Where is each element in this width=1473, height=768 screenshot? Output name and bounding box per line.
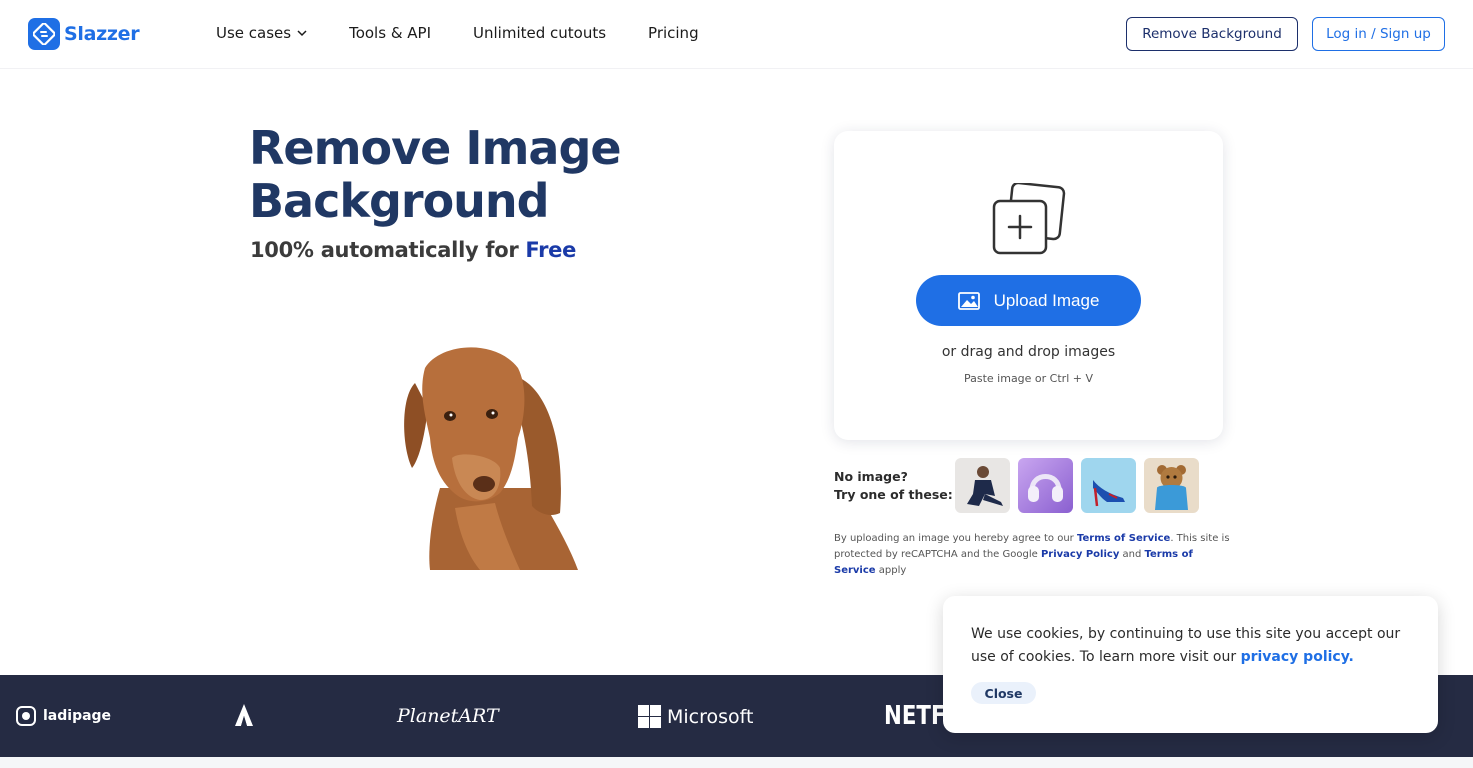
arrow-a-logo <box>234 703 254 727</box>
sample-prompt-line1: No image? <box>834 469 908 484</box>
microsoft-name: Microsoft <box>667 705 754 728</box>
terms-text-3: and <box>1119 549 1145 560</box>
paste-hint-text: Paste image or Ctrl + V <box>963 372 1093 385</box>
login-signup-button[interactable]: Log in / Sign up <box>1312 17 1445 51</box>
hero-title-line1: Remove Image <box>249 121 622 175</box>
nav-use-cases[interactable]: Use cases <box>216 24 307 42</box>
sample-prompt-line2: Try one of these: <box>834 487 953 502</box>
hero-title: Remove Image Background <box>249 121 622 228</box>
hero-subtitle-free: Free <box>525 238 577 262</box>
sample-image-headphones[interactable] <box>1018 458 1073 513</box>
sample-image-teddy[interactable] <box>1144 458 1199 513</box>
nav-tools-api[interactable]: Tools & API <box>349 24 431 42</box>
sample-images <box>955 458 1199 513</box>
hero-title-line2: Background <box>249 174 550 228</box>
hero-subtitle: 100% automatically for Free <box>250 238 576 262</box>
cookie-privacy-link[interactable]: privacy policy. <box>1241 649 1354 665</box>
microsoft-windows-icon <box>638 705 661 728</box>
ladipage-name: ladipage <box>43 708 112 724</box>
cookie-banner: We use cookies, by continuing to use thi… <box>943 596 1438 733</box>
hero-subtitle-text: 100% automatically for <box>250 238 526 262</box>
sample-image-person[interactable] <box>955 458 1010 513</box>
ladipage-logo: ladipage <box>15 705 111 727</box>
upload-card[interactable]: Upload Image or drag and drop images Pas… <box>834 131 1223 440</box>
cookie-message: We use cookies, by continuing to use thi… <box>971 623 1411 669</box>
remove-background-button[interactable]: Remove Background <box>1126 17 1298 51</box>
image-icon <box>957 291 980 310</box>
drag-drop-text: or drag and drop images <box>941 344 1116 360</box>
sample-image-shoe[interactable] <box>1081 458 1136 513</box>
upload-image-button[interactable]: Upload Image <box>916 275 1141 326</box>
nav-unlimited-cutouts[interactable]: Unlimited cutouts <box>473 24 606 42</box>
main-nav: Use cases Tools & API Unlimited cutouts … <box>216 24 699 42</box>
ladipage-mark-icon <box>16 706 36 726</box>
planetart-logo: PlanetART <box>397 705 499 727</box>
nav-use-cases-label: Use cases <box>216 24 292 42</box>
brand-logo[interactable]: Slazzer <box>28 18 140 50</box>
terms-of-service-link[interactable]: Terms of Service <box>1077 533 1170 544</box>
terms-notice: By uploading an image you hereby agree t… <box>834 531 1234 579</box>
page-bottom-strip <box>0 757 1473 768</box>
add-image-icon <box>992 183 1066 255</box>
upload-image-label: Upload Image <box>993 290 1100 310</box>
brand-name: Slazzer <box>64 23 140 45</box>
cookie-close-button[interactable]: Close <box>971 682 1036 704</box>
privacy-policy-link[interactable]: Privacy Policy <box>1041 549 1119 560</box>
dog-cutout-image <box>404 347 578 570</box>
chevron-down-icon <box>297 29 307 36</box>
a-mark-icon <box>235 704 253 726</box>
microsoft-logo: Microsoft <box>638 705 753 728</box>
sample-prompt: No image? Try one of these: <box>834 468 953 504</box>
nav-pricing[interactable]: Pricing <box>648 24 699 42</box>
terms-text-4: apply <box>875 565 907 576</box>
slazzer-logo-icon <box>28 18 60 50</box>
site-header: Slazzer Use cases Tools & API Unlimited … <box>0 0 1473 68</box>
terms-text-1: By uploading an image you hereby agree t… <box>834 533 1077 544</box>
